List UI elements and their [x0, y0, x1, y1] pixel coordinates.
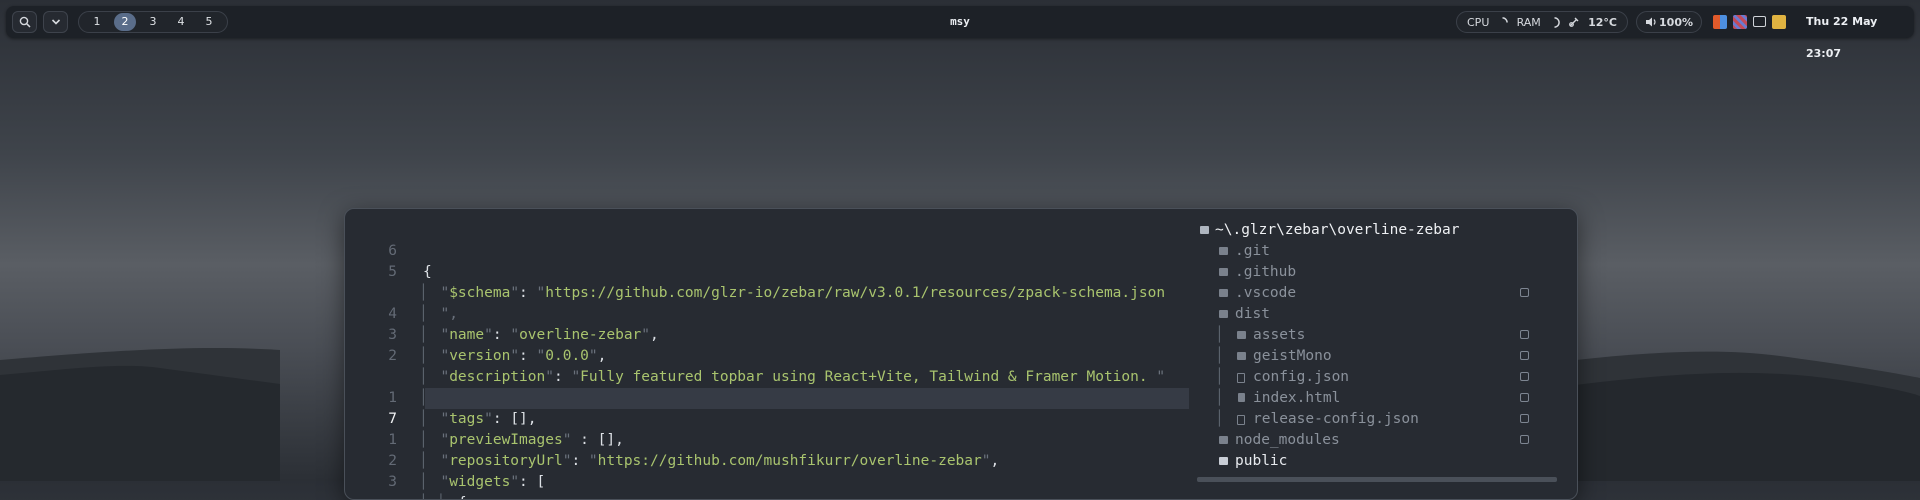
- code-text: ▏ ▏ {: [423, 493, 467, 499]
- code-line: ▏ ",: [345, 262, 1189, 322]
- folder-icon: [1219, 268, 1228, 276]
- json-file-icon: [1237, 415, 1245, 425]
- tray-monitor-icon[interactable]: [1753, 16, 1766, 27]
- code-line: 4 ▏ "name": "overline-zebar",: [345, 283, 1189, 343]
- speaker-icon: [1646, 17, 1656, 27]
- volume-control[interactable]: 100%: [1636, 11, 1702, 33]
- tree-item-config-json[interactable]: ▏ config.json: [1195, 367, 1555, 388]
- top-bar: 1 2 3 4 5 msy CPU RAM 12°C 100% Thu 22 M…: [6, 6, 1914, 60]
- cpu-label: CPU: [1467, 15, 1490, 29]
- system-tray: [1713, 15, 1786, 29]
- tree-item-label: assets: [1253, 327, 1306, 343]
- tray-app-icon-2[interactable]: [1733, 15, 1747, 29]
- tree-item-label: .vscode: [1235, 285, 1297, 301]
- tree-root-path: ~\.glzr\zebar\overline-zebar: [1215, 222, 1460, 238]
- tree-item-public[interactable]: public: [1195, 451, 1555, 472]
- code-line: 2 ▏ "widgets": [: [345, 430, 1189, 490]
- folder-icon: [1219, 289, 1228, 297]
- code-text: ▏ "widgets": [: [423, 474, 546, 490]
- punctuation: : [: [519, 474, 546, 490]
- temperature-icon: [1569, 17, 1579, 27]
- ram-label: RAM: [1516, 15, 1541, 29]
- tree-item-label: release-config.json: [1253, 411, 1419, 427]
- git-status-icon: [1520, 372, 1529, 381]
- html-file-icon: [1238, 393, 1245, 402]
- horizontal-scrollbar[interactable]: [1197, 477, 1557, 482]
- tree-item-label: dist: [1235, 306, 1270, 322]
- git-status-icon: [1520, 288, 1529, 297]
- code-line: 1 ▏ "tags": [],: [345, 367, 1189, 427]
- code-line: 6 {: [345, 220, 1189, 280]
- current-line: 7 ▏ "previewImages" : [],: [388, 388, 1189, 448]
- tree-item-node-modules[interactable]: node_modules: [1195, 430, 1555, 451]
- tree-item-git[interactable]: .git: [1195, 241, 1555, 262]
- code-line: 1 ▏ "repositoryUrl": "https://github.com…: [345, 409, 1189, 469]
- editor-window: 6 { 5 ▏ "$schema": "https://github.com/g…: [344, 208, 1578, 500]
- json-file-icon: [1237, 373, 1245, 383]
- json-key: widgets: [449, 474, 511, 490]
- git-status-icon: [1520, 393, 1529, 402]
- system-stats: CPU RAM 12°C: [1456, 11, 1628, 33]
- tray-app-icon-1[interactable]: [1713, 15, 1727, 29]
- tree-item-label: index.html: [1253, 390, 1341, 406]
- code-pane[interactable]: 6 { 5 ▏ "$schema": "https://github.com/g…: [345, 220, 1189, 499]
- ram-spinner-icon: [1554, 16, 1560, 28]
- file-tree: ~\.glzr\zebar\overline-zebar .git .githu…: [1195, 220, 1555, 472]
- tree-item-label: geistMono: [1253, 348, 1332, 364]
- git-status-icon: [1520, 330, 1529, 339]
- tree-item-vscode[interactable]: .vscode: [1195, 283, 1555, 304]
- folder-icon: [1219, 310, 1228, 318]
- git-status-icon: [1520, 414, 1529, 423]
- code-line: ▏ ",,: [345, 346, 1189, 406]
- tree-item-assets[interactable]: ▏ assets: [1195, 325, 1555, 346]
- tree-item-label: .git: [1235, 243, 1270, 259]
- tree-item-label: config.json: [1253, 369, 1350, 385]
- git-status-icon: [1520, 351, 1529, 360]
- tray-app-icon-3[interactable]: [1772, 15, 1786, 29]
- code-line: 3 ▏ ▏ {: [345, 451, 1189, 499]
- folder-icon: [1219, 247, 1228, 255]
- code-line: 2 ▏ "description": "Fully featured topba…: [345, 325, 1189, 385]
- tree-item-geistmono[interactable]: ▏ geistMono: [1195, 346, 1555, 367]
- brace: {: [458, 495, 467, 499]
- tree-root[interactable]: ~\.glzr\zebar\overline-zebar: [1195, 220, 1555, 241]
- cpu-spinner-icon: [1502, 16, 1509, 23]
- clock: Thu 22 May 23:07: [1806, 15, 1878, 60]
- tree-item-label: public: [1235, 453, 1288, 469]
- folder-open-icon: [1200, 226, 1209, 234]
- tree-item-release-config-json[interactable]: ▏ release-config.json: [1195, 409, 1555, 430]
- tree-item-index-html[interactable]: ▏ index.html: [1195, 388, 1555, 409]
- temperature-value: 12°C: [1588, 15, 1617, 29]
- tree-item-github[interactable]: .github: [1195, 262, 1555, 283]
- folder-icon: [1219, 436, 1228, 444]
- folder-icon: [1237, 331, 1246, 339]
- line-number: 1: [388, 390, 397, 406]
- tree-item-label: .github: [1235, 264, 1297, 280]
- volume-value: 100%: [1659, 15, 1693, 29]
- code-line: 5 ▏ "$schema": "https://github.com/glzr-…: [345, 241, 1189, 301]
- tree-item-dist[interactable]: dist: [1195, 304, 1555, 325]
- folder-icon: [1219, 457, 1228, 465]
- tree-item-label: node_modules: [1235, 432, 1340, 448]
- git-status-icon: [1520, 435, 1529, 444]
- line-number: 3: [388, 474, 397, 490]
- folder-icon: [1237, 352, 1246, 360]
- code-line: 3 ▏ "version": "0.0.0",: [345, 304, 1189, 364]
